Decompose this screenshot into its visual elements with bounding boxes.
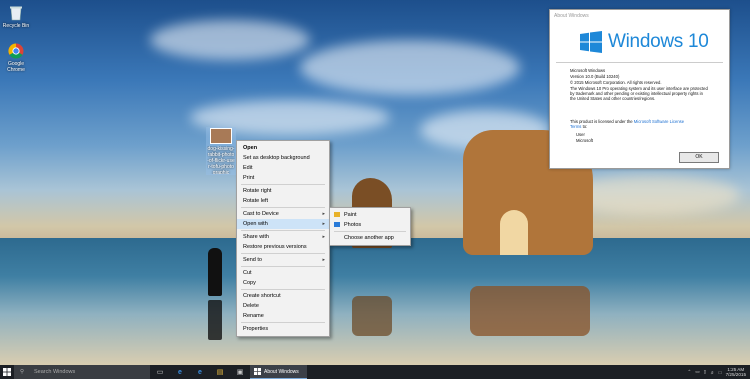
system-tray: ⌃ ▭ ▯ ♬ □ 1:25 AM 7/25/2015: [687, 365, 746, 379]
version-text: Version 10.0 (Build 10240): [570, 74, 620, 79]
paint-label: Paint: [344, 212, 357, 218]
edge-icon[interactable]: e: [170, 365, 190, 379]
submenu-item-photos[interactable]: Photos: [330, 220, 410, 230]
chrome-icon: [8, 43, 24, 59]
windows-logo: Windows 10: [580, 27, 709, 57]
menu-item-copy[interactable]: Copy: [237, 278, 329, 288]
menu-item-properties[interactable]: Properties: [237, 324, 329, 334]
notifications-icon[interactable]: □: [719, 370, 722, 375]
chevron-right-icon: ▸: [322, 211, 325, 217]
menu-item-open-with[interactable]: Open with ▸: [237, 219, 329, 229]
photo-file-label: dog-kissing-rabbit-photo-of-flickr-user-…: [207, 146, 235, 174]
menu-item-delete[interactable]: Delete: [237, 301, 329, 311]
taskbar-app-label: About Windows: [264, 368, 299, 375]
menu-separator: [334, 231, 406, 232]
licensee-user: User: [576, 132, 585, 137]
windows-flag-icon: [580, 31, 602, 53]
taskbar: ⚲ Search Windows ▭ e e ▤ ▣ About Windows…: [0, 365, 750, 379]
search-placeholder: Search Windows: [34, 369, 76, 375]
clock[interactable]: 1:25 AM 7/25/2015: [726, 367, 746, 377]
chrome-label: Google Chrome: [7, 61, 25, 73]
product-name: Microsoft Windows: [570, 68, 606, 73]
licensee-org: Microsoft: [576, 138, 593, 143]
menu-item-set-desktop-background[interactable]: Set as desktop background: [237, 153, 329, 163]
photos-label: Photos: [344, 222, 362, 228]
clock-date: 7/25/2015: [725, 372, 746, 377]
show-hidden-icons-icon[interactable]: ⌃: [687, 369, 691, 375]
menu-item-open[interactable]: Open: [237, 143, 329, 153]
start-button[interactable]: [0, 365, 14, 379]
license-terms-link[interactable]: Microsoft Software License: [634, 119, 684, 124]
copyright-text: © 2015 Microsoft Corporation. All rights…: [570, 80, 662, 85]
menu-item-rotate-right[interactable]: Rotate right: [237, 186, 329, 196]
search-icon: ⚲: [20, 369, 25, 375]
menu-item-send-to[interactable]: Send to ▸: [237, 255, 329, 265]
menu-item-restore-previous-versions[interactable]: Restore previous versions: [237, 242, 329, 252]
store-icon[interactable]: ▣: [230, 365, 250, 379]
search-box[interactable]: ⚲ Search Windows: [14, 365, 150, 379]
windows-logo-text: Windows 10: [608, 31, 709, 52]
license-text-2: Terms to:: [570, 124, 587, 129]
menu-separator: [241, 207, 325, 208]
task-view-icon[interactable]: ▭: [150, 365, 170, 379]
dialog-title: About Windows: [554, 13, 589, 19]
windows-start-icon: [3, 368, 11, 376]
menu-item-cast-to-device[interactable]: Cast to Device ▸: [237, 209, 329, 219]
photo-file-icon[interactable]: dog-kissing-rabbit-photo-of-flickr-user-…: [206, 127, 236, 175]
menu-item-print[interactable]: Print: [237, 173, 329, 183]
menu-separator: [241, 253, 325, 254]
open-with-label: Open with: [243, 221, 268, 227]
chevron-right-icon: ▸: [322, 221, 325, 227]
menu-separator: [241, 289, 325, 290]
submenu-item-paint[interactable]: Paint: [330, 210, 410, 220]
share-with-label: Share with: [243, 234, 269, 240]
menu-separator: [241, 322, 325, 323]
license-suffix: to:: [582, 124, 588, 129]
menu-item-share-with[interactable]: Share with ▸: [237, 232, 329, 242]
legal-line-3: the United States and other countries/re…: [570, 96, 656, 101]
menu-item-rotate-left[interactable]: Rotate left: [237, 196, 329, 206]
taskbar-app-about-windows[interactable]: About Windows: [250, 365, 307, 379]
chevron-right-icon: ▸: [322, 257, 325, 263]
file-explorer-icon[interactable]: ▤: [210, 365, 230, 379]
recycle-bin-icon[interactable]: Recycle Bin: [0, 5, 32, 29]
network-icon[interactable]: ▯: [704, 369, 707, 375]
about-windows-dialog: About Windows Windows 10 Microsoft Windo…: [549, 9, 730, 169]
send-to-label: Send to: [243, 257, 262, 263]
menu-item-cut[interactable]: Cut: [237, 268, 329, 278]
menu-item-create-shortcut[interactable]: Create shortcut: [237, 291, 329, 301]
cast-to-device-label: Cast to Device: [243, 211, 279, 217]
chrome-shortcut[interactable]: Google Chrome: [0, 43, 32, 73]
divider: [556, 62, 723, 63]
menu-separator: [241, 184, 325, 185]
license-terms-link-2[interactable]: Terms: [570, 124, 581, 129]
photo-thumbnail: [210, 128, 232, 144]
submenu-item-choose-another-app[interactable]: Choose another app: [330, 233, 410, 243]
volume-icon[interactable]: ♬: [710, 370, 715, 375]
chevron-right-icon: ▸: [322, 234, 325, 240]
recycle-bin-image: [8, 5, 24, 21]
battery-icon[interactable]: ▭: [695, 369, 699, 375]
menu-item-rename[interactable]: Rename: [237, 311, 329, 321]
ok-button[interactable]: OK: [679, 152, 719, 163]
about-windows-app-icon: [254, 368, 261, 375]
menu-separator: [241, 230, 325, 231]
context-menu: Open Set as desktop background Edit Prin…: [236, 140, 330, 337]
internet-explorer-icon[interactable]: e: [190, 365, 210, 379]
menu-item-edit[interactable]: Edit: [237, 163, 329, 173]
paint-icon: [334, 212, 340, 218]
menu-separator: [241, 266, 325, 267]
open-with-submenu: Paint Photos Choose another app: [329, 207, 411, 246]
photos-icon: [334, 222, 340, 228]
recycle-bin-label: Recycle Bin: [2, 23, 30, 29]
